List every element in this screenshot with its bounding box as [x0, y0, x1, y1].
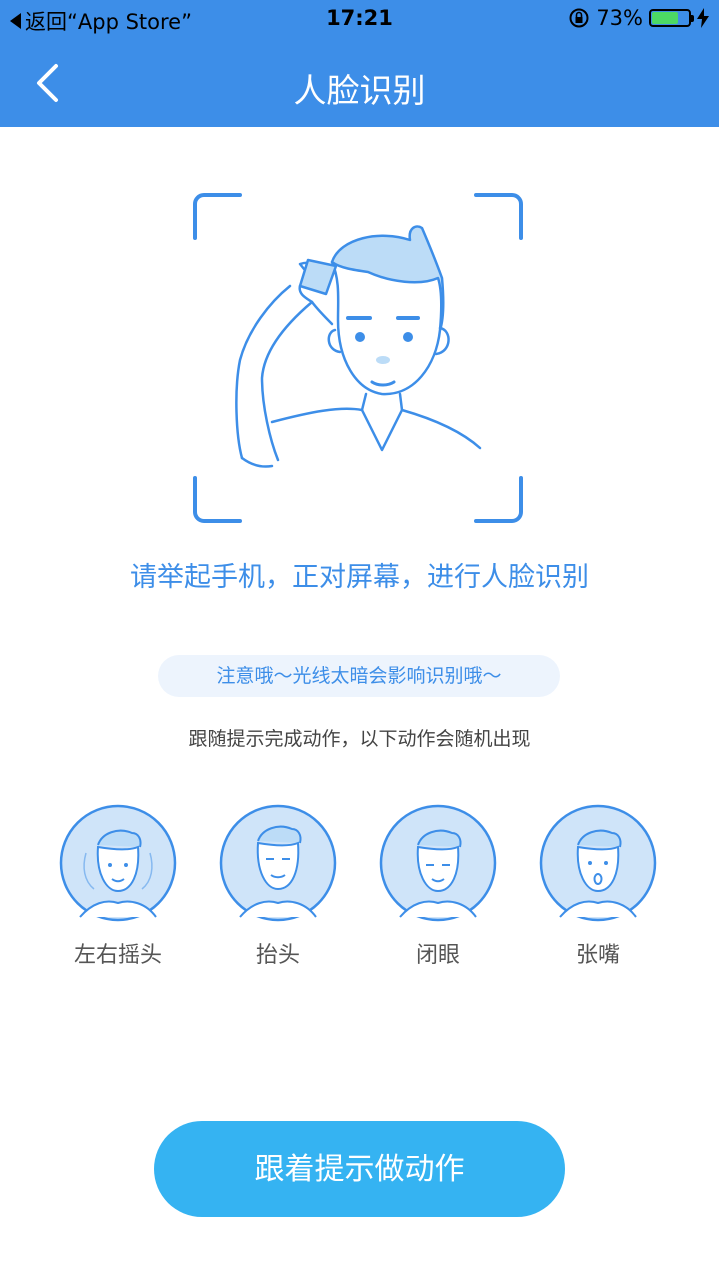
rotation-lock-icon [569, 8, 589, 28]
raise-head-icon [219, 804, 337, 922]
random-actions-hint: 跟随提示完成动作，以下动作会随机出现 [188, 728, 531, 750]
action-label: 张嘴 [575, 943, 620, 968]
action-item-shake-head: 左右摇头 [48, 803, 188, 969]
nose [376, 356, 390, 364]
light-notice-badge: 注意哦～光线太暗会影响识别哦～ [158, 655, 560, 697]
action-list: 左右摇头 抬头 闭眼 张嘴 [0, 803, 719, 973]
status-bar: 返回“App Store” 17:21 73% [0, 0, 719, 40]
shake-head-icon [59, 804, 177, 922]
action-item-raise-head: 抬头 [208, 803, 348, 969]
battery-percent: 73% [596, 6, 643, 30]
header-bar: 返回“App Store” 17:21 73% 人脸识别 [0, 0, 719, 127]
open-mouth-icon [539, 804, 657, 922]
action-label: 抬头 [255, 943, 300, 968]
person-face-icon [235, 225, 482, 468]
action-label: 左右摇头 [73, 943, 162, 968]
instruction-text: 请举起手机，正对屏幕，进行人脸识别 [130, 562, 589, 593]
action-label: 闭眼 [415, 943, 460, 968]
close-eyes-icon [379, 804, 497, 922]
page-title: 人脸识别 [293, 71, 426, 110]
face-scan-illustration [193, 193, 523, 523]
right-eye [403, 332, 413, 342]
status-right: 73% [568, 6, 709, 30]
left-eye [355, 332, 365, 342]
charging-bolt-icon [697, 8, 709, 28]
start-actions-button[interactable]: 跟着提示做动作 [154, 1121, 565, 1217]
battery-fill [652, 12, 679, 24]
nav-bar: 人脸识别 [0, 40, 719, 127]
action-item-open-mouth: 张嘴 [528, 803, 668, 969]
battery-icon [649, 9, 694, 27]
action-item-close-eyes: 闭眼 [368, 803, 508, 969]
